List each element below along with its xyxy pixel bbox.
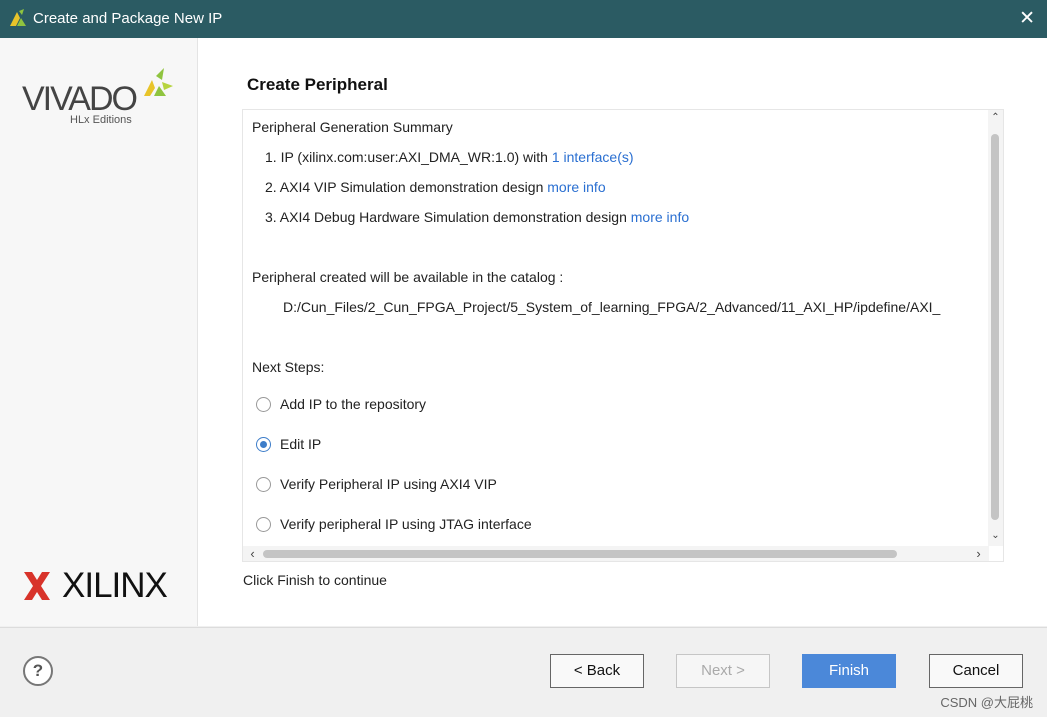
page-title: Create Peripheral bbox=[247, 75, 388, 94]
cancel-button[interactable]: Cancel bbox=[929, 654, 1023, 688]
summary-item-2-text: 2. AXI4 VIP Simulation demonstration des… bbox=[265, 179, 544, 195]
scroll-down-icon[interactable]: ⌄ bbox=[988, 530, 1003, 541]
vivado-logo: VIVADO HLx Editions bbox=[22, 66, 182, 136]
summary-item-2: 2. AXI4 VIP Simulation demonstration des… bbox=[265, 179, 606, 195]
vivado-leaf-icon bbox=[144, 68, 173, 96]
summary-item-1: 1. IP (xilinx.com:user:AXI_DMA_WR:1.0) w… bbox=[265, 149, 634, 165]
sidebar: VIVADO HLx Editions XILINX bbox=[0, 38, 198, 626]
vertical-scroll-thumb[interactable] bbox=[991, 134, 999, 520]
catalog-path: D:/Cun_Files/2_Cun_FPGA_Project/5_System… bbox=[283, 299, 941, 315]
xilinx-logo-text: XILINX bbox=[62, 566, 168, 605]
radio-add-ip[interactable] bbox=[256, 397, 271, 412]
summary-item-3: 3. AXI4 Debug Hardware Simulation demons… bbox=[265, 209, 689, 225]
summary-item-1-text: 1. IP (xilinx.com:user:AXI_DMA_WR:1.0) w… bbox=[265, 149, 548, 165]
radio-verify-axi4-vip[interactable] bbox=[256, 477, 271, 492]
horizontal-scrollbar[interactable]: ‹ › bbox=[243, 546, 989, 561]
radio-verify-jtag[interactable] bbox=[256, 517, 271, 532]
scroll-left-icon[interactable]: ‹ bbox=[245, 546, 260, 561]
radio-label-verify-axi4-vip[interactable]: Verify Peripheral IP using AXI4 VIP bbox=[280, 476, 497, 492]
vivado-logo-subtext: HLx Editions bbox=[70, 114, 132, 126]
summary-heading: Peripheral Generation Summary bbox=[252, 119, 453, 135]
radio-label-edit-ip[interactable]: Edit IP bbox=[280, 436, 321, 452]
summary-content: Peripheral Generation Summary 1. IP (xil… bbox=[243, 110, 989, 546]
finish-button[interactable]: Finish bbox=[802, 654, 896, 688]
vertical-scrollbar[interactable]: ⌃ ⌄ bbox=[988, 110, 1003, 546]
xilinx-mark-icon bbox=[24, 572, 50, 600]
back-button[interactable]: < Back bbox=[550, 654, 644, 688]
watermark: CSDN @大屁桃 bbox=[940, 695, 1033, 710]
next-steps-label: Next Steps: bbox=[252, 359, 325, 375]
help-icon[interactable]: ? bbox=[23, 656, 53, 686]
more-info-link-vip[interactable]: more info bbox=[547, 179, 605, 195]
next-button[interactable]: Next > bbox=[676, 654, 770, 688]
horizontal-scroll-thumb[interactable] bbox=[263, 550, 897, 558]
xilinx-logo: XILINX bbox=[22, 566, 182, 606]
close-icon[interactable]: ✕ bbox=[1019, 9, 1035, 28]
more-info-link-debug[interactable]: more info bbox=[631, 209, 689, 225]
vivado-app-icon bbox=[10, 9, 26, 26]
summary-panel[interactable]: Peripheral Generation Summary 1. IP (xil… bbox=[242, 109, 1004, 562]
scroll-up-icon[interactable]: ⌃ bbox=[988, 112, 1003, 123]
finish-hint: Click Finish to continue bbox=[243, 572, 387, 588]
catalog-label: Peripheral created will be available in … bbox=[252, 269, 564, 285]
title-bar: Create and Package New IP ✕ bbox=[0, 0, 1047, 38]
scroll-right-icon[interactable]: › bbox=[971, 546, 986, 561]
radio-edit-ip[interactable] bbox=[256, 437, 271, 452]
footer: ? < Back Next > Finish Cancel CSDN @大屁桃 bbox=[0, 627, 1047, 717]
summary-item-3-text: 3. AXI4 Debug Hardware Simulation demons… bbox=[265, 209, 627, 225]
radio-label-add-ip[interactable]: Add IP to the repository bbox=[280, 396, 426, 412]
window-title: Create and Package New IP bbox=[33, 10, 223, 27]
interfaces-link[interactable]: 1 interface(s) bbox=[552, 149, 634, 165]
radio-label-verify-jtag[interactable]: Verify peripheral IP using JTAG interfac… bbox=[280, 516, 532, 532]
